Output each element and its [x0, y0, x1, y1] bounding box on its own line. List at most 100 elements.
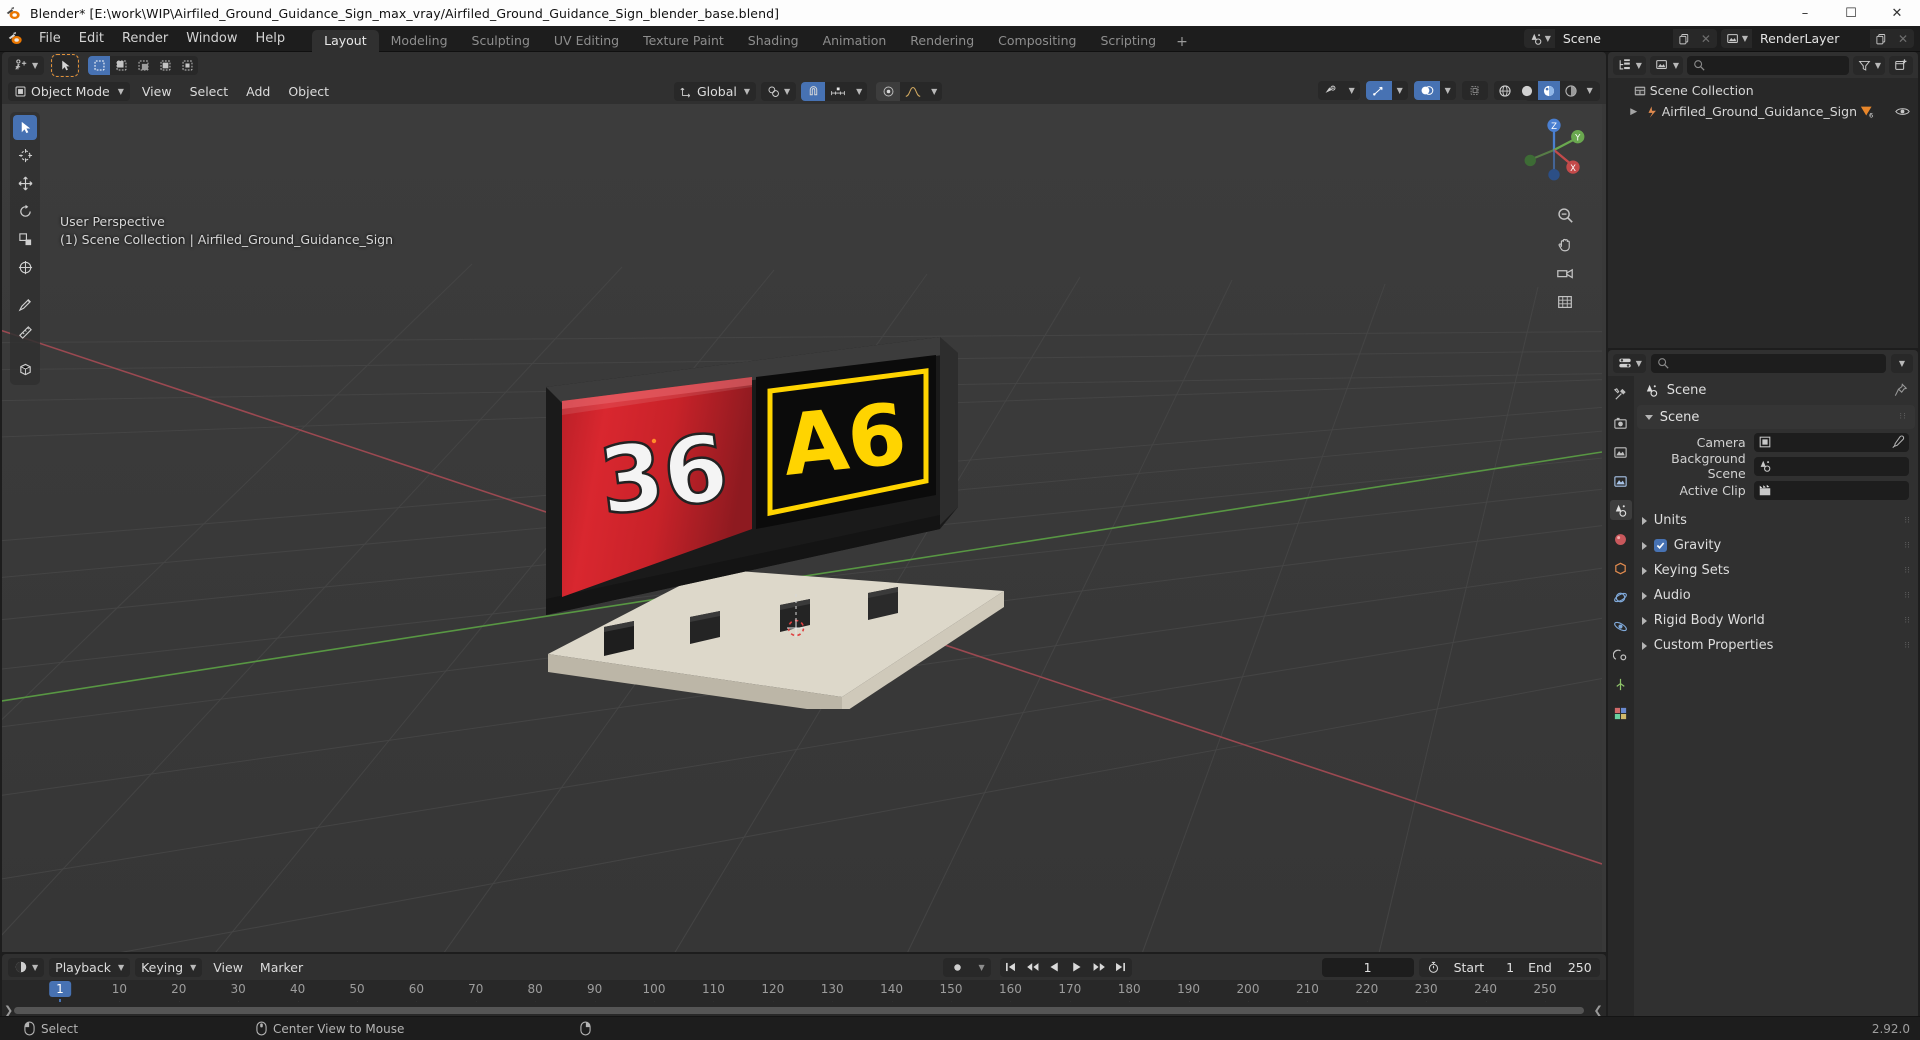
viewport-menu-select[interactable]: Select: [184, 82, 235, 101]
active-clip-field[interactable]: [1753, 480, 1909, 500]
timeline-body[interactable]: ❯ 1 10 20 30 40 50 60 70 80 90 100 110 120 130 140 150 1…: [2, 980, 1606, 1016]
workspace-tab-layout[interactable]: Layout: [312, 29, 379, 52]
remove-view-layer-button[interactable]: ✕: [1892, 29, 1914, 48]
cursor-arrow-icon[interactable]: [53, 55, 78, 75]
workspace-tab-shading[interactable]: Shading: [736, 30, 811, 52]
jump-end-icon[interactable]: [1110, 958, 1132, 977]
background-scene-field[interactable]: [1753, 456, 1909, 476]
gizmos-chevron-icon[interactable]: ▼: [1391, 81, 1408, 100]
properties-tab-render[interactable]: [1610, 413, 1632, 433]
pan-hand-icon[interactable]: [1554, 233, 1576, 255]
properties-tab-scene[interactable]: [1609, 500, 1632, 520]
menu-window[interactable]: Window: [177, 28, 246, 50]
snap-options-chevron-icon[interactable]: ▼: [851, 81, 868, 101]
orthographic-toggle-icon[interactable]: [1554, 291, 1576, 313]
properties-tab-modifier[interactable]: [1610, 587, 1632, 607]
view-layer-name-field[interactable]: RenderLayer: [1752, 29, 1870, 48]
workspace-tab-animation[interactable]: Animation: [811, 30, 899, 52]
rotate-tool[interactable]: [13, 199, 37, 224]
section-keying-sets[interactable]: Keying Sets ⁝⁝: [1634, 558, 1918, 583]
new-view-layer-button[interactable]: [1870, 29, 1892, 48]
end-frame-field[interactable]: End 250: [1528, 960, 1592, 975]
timeline-menu-playback[interactable]: Playback ▼: [49, 957, 131, 977]
playback-controls[interactable]: [999, 957, 1132, 977]
outliner-tree[interactable]: Scene Collection ▶ Airfiled_Ground_Guida…: [1607, 78, 1918, 348]
section-rigid-body-world[interactable]: Rigid Body World ⁝⁝: [1634, 608, 1918, 633]
timeline-ruler[interactable]: 1 10 20 30 40 50 60 70 80 90 100 110 120 130 140 150 160…: [2, 980, 1606, 1002]
gravity-checkbox[interactable]: [1653, 539, 1667, 552]
start-frame-field[interactable]: Start 1: [1454, 960, 1515, 975]
viewport-menu-add[interactable]: Add: [240, 82, 276, 101]
visibility-eye-icon[interactable]: [1895, 105, 1910, 118]
properties-tab-object[interactable]: [1610, 558, 1632, 578]
overlays-toggle-icon[interactable]: [1413, 81, 1440, 100]
play-icon[interactable]: [1066, 958, 1088, 977]
navigation-gizmo[interactable]: Z Y X: [1516, 112, 1592, 188]
timeline-menu-keying[interactable]: Keying ▼: [135, 957, 203, 977]
properties-tab-data[interactable]: [1610, 674, 1632, 694]
frame-range-fields[interactable]: Start 1 End 250: [1418, 957, 1600, 977]
shading-mode-group[interactable]: ▼: [1493, 81, 1598, 100]
select-intersect-icon[interactable]: [176, 56, 198, 75]
unlink-scene-button[interactable]: ✕: [1694, 29, 1717, 48]
gizmos-toggle-icon[interactable]: [1365, 81, 1392, 100]
wireframe-shading-icon[interactable]: [1494, 81, 1516, 100]
outliner-row-object[interactable]: ▶ Airfiled_Ground_Guidance_Sign 6: [1608, 101, 1918, 122]
properties-search-input[interactable]: [1650, 353, 1886, 373]
workspace-tab-texture-paint[interactable]: Texture Paint: [631, 30, 736, 52]
view-layer-selector[interactable]: ▼ RenderLayer ✕: [1720, 29, 1914, 48]
zoom-icon[interactable]: [1554, 204, 1576, 226]
outliner-filter-button[interactable]: ▼: [1852, 55, 1885, 75]
solid-shading-icon[interactable]: [1516, 81, 1538, 100]
timeline-editor-type-button[interactable]: ▼: [8, 957, 45, 977]
auto-keyframe-icon[interactable]: [942, 957, 973, 977]
workspace-tab-modeling[interactable]: Modeling: [379, 30, 460, 52]
scale-tool[interactable]: [13, 227, 37, 252]
rendered-shading-icon[interactable]: [1560, 81, 1582, 100]
viewport-canvas[interactable]: User Perspective (1) Scene Collection | …: [2, 104, 1606, 952]
viewport-menu-object[interactable]: Object: [282, 82, 335, 101]
editor-type-button[interactable]: ▼: [8, 55, 45, 75]
workspace-tab-sculpting[interactable]: Sculpting: [460, 30, 542, 52]
section-units[interactable]: Units ⁝⁝: [1634, 508, 1918, 533]
proportional-editing-toggle-icon[interactable]: [876, 81, 901, 101]
material-preview-shading-icon[interactable]: [1537, 81, 1560, 100]
object-visibility-icon[interactable]: [1317, 81, 1344, 100]
menu-edit[interactable]: Edit: [70, 28, 113, 50]
timeline-left-arrow-icon[interactable]: ❯: [4, 1004, 13, 1016]
view-layer-browse-icon[interactable]: ▼: [1720, 29, 1752, 48]
jump-start-icon[interactable]: [1000, 958, 1022, 977]
play-reverse-icon[interactable]: [1044, 958, 1066, 977]
select-invert-icon[interactable]: [154, 56, 176, 75]
workspace-tab-scripting[interactable]: Scripting: [1089, 30, 1169, 52]
properties-tab-tool[interactable]: [1610, 384, 1632, 404]
workspace-tab-uv-editing[interactable]: UV Editing: [542, 30, 631, 52]
scene-name-field[interactable]: Scene: [1554, 29, 1673, 48]
camera-view-icon[interactable]: [1554, 262, 1576, 284]
close-button[interactable]: ✕: [1874, 0, 1920, 26]
maximize-button[interactable]: ☐: [1828, 0, 1874, 26]
minimize-button[interactable]: –: [1782, 0, 1828, 26]
object-visibility-chevron-icon[interactable]: ▼: [1343, 81, 1360, 100]
current-frame-field[interactable]: 1: [1321, 957, 1414, 977]
disclosure-triangle-icon[interactable]: ▶: [1626, 107, 1642, 117]
tweak-tool-indicator[interactable]: [51, 53, 80, 77]
menu-render[interactable]: Render: [113, 28, 177, 50]
section-custom-properties[interactable]: Custom Properties ⁝⁝: [1634, 633, 1918, 658]
annotate-tool[interactable]: [13, 292, 37, 317]
auto-keyframe-chevron-icon[interactable]: ▼: [972, 957, 991, 977]
transform-orientation-dropdown[interactable]: Global ▼: [674, 81, 757, 101]
viewport-menu-view[interactable]: View: [136, 82, 178, 101]
blender-menu-icon[interactable]: [0, 31, 30, 46]
select-mode-group[interactable]: [88, 55, 199, 75]
next-keyframe-icon[interactable]: [1088, 958, 1110, 977]
timeline-horizontal-scrollbar[interactable]: [14, 1007, 1584, 1014]
timeline-menu-view[interactable]: View: [207, 958, 249, 977]
properties-tab-output[interactable]: [1610, 442, 1632, 462]
measure-tool[interactable]: [13, 320, 37, 345]
snap-magnet-icon[interactable]: [801, 81, 826, 101]
select-set-icon[interactable]: [88, 55, 111, 75]
scene-selector[interactable]: ▼ Scene ✕: [1523, 29, 1717, 48]
move-tool[interactable]: [13, 171, 37, 196]
properties-tab-world[interactable]: [1610, 529, 1632, 549]
